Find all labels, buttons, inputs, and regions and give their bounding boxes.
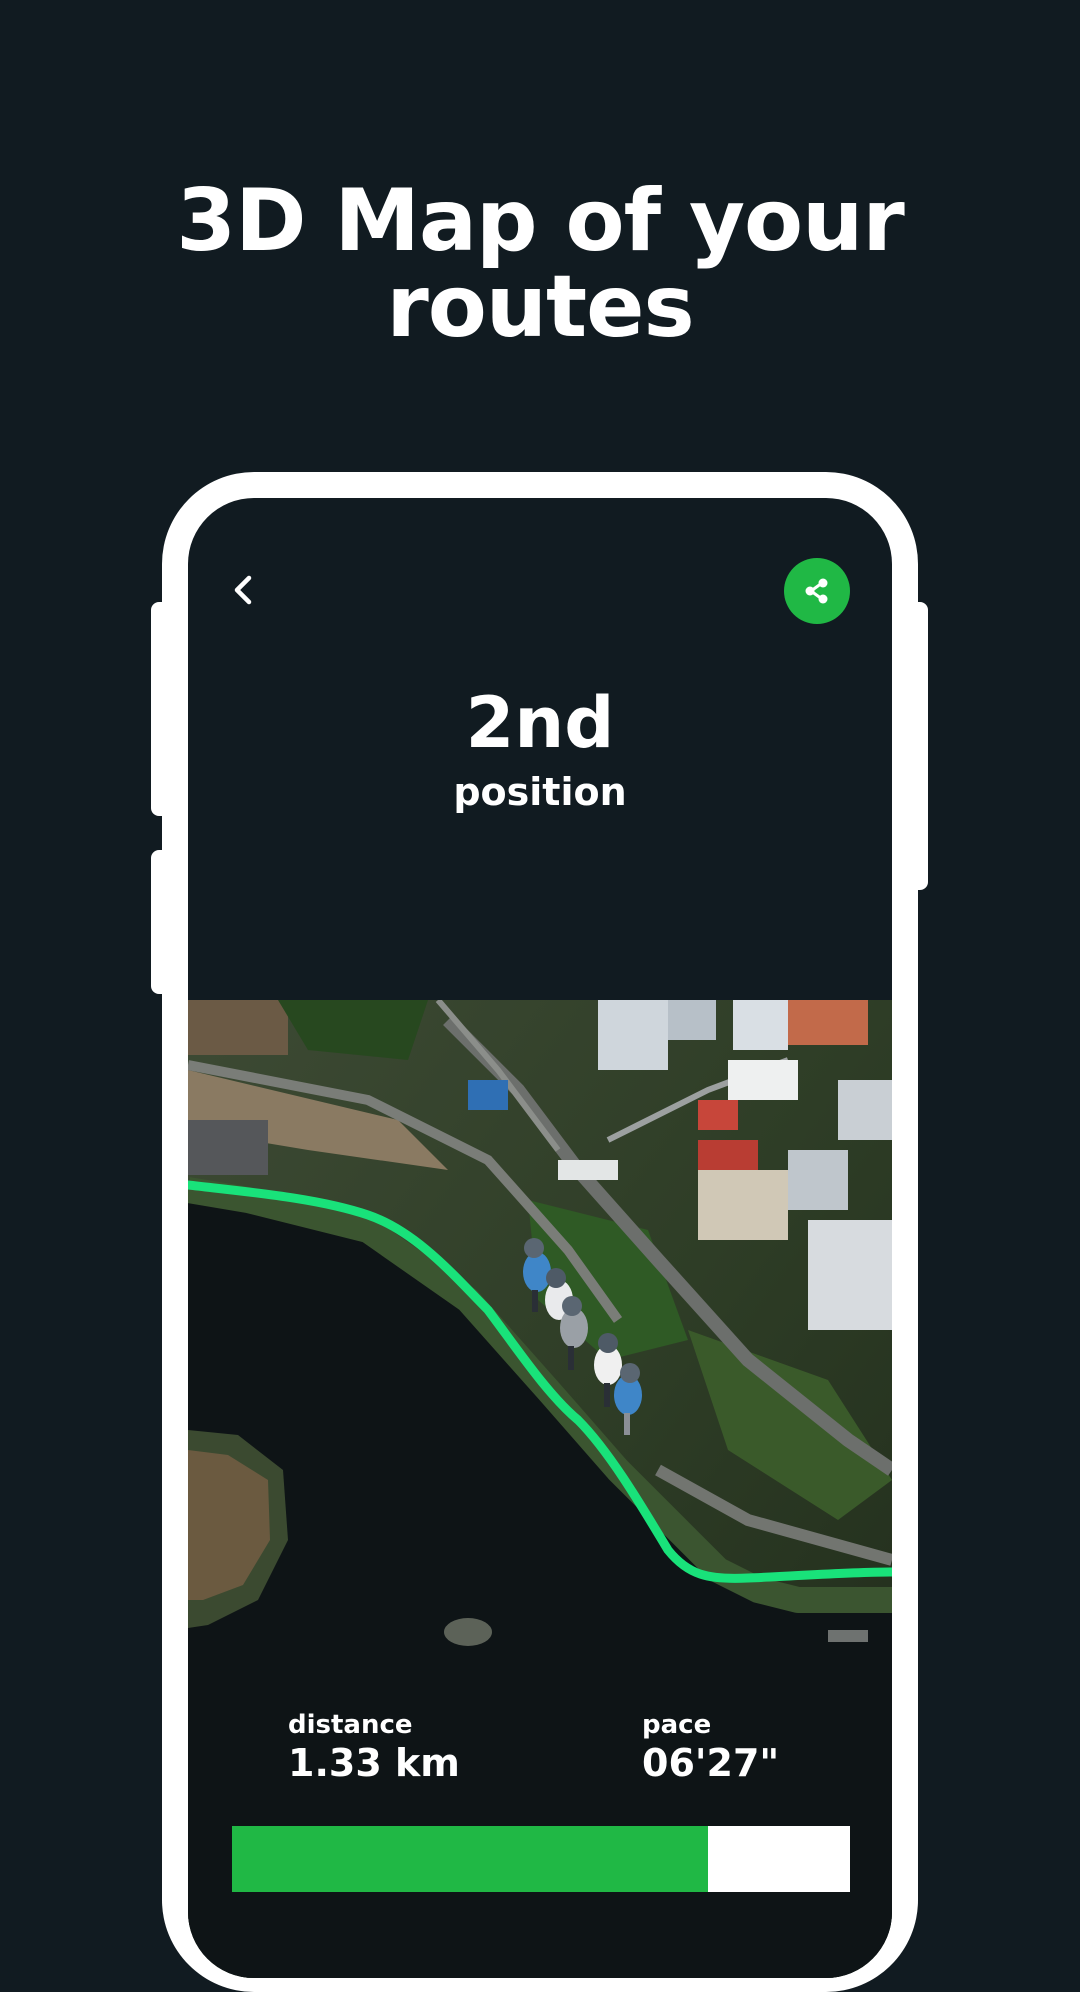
- pace-stat: pace 06'27": [642, 1710, 779, 1786]
- distance-value: 1.33 km: [288, 1741, 460, 1785]
- share-button[interactable]: [784, 558, 850, 624]
- share-icon: [805, 578, 828, 604]
- back-button[interactable]: [224, 570, 264, 610]
- rank-label: position: [453, 770, 627, 814]
- pace-label: pace: [642, 1710, 712, 1740]
- distance-stat: distance 1.33 km: [288, 1710, 460, 1786]
- headline-line-1: 3D Map of your: [176, 171, 905, 271]
- route-progress-fill: [232, 1826, 708, 1892]
- distance-label: distance: [288, 1710, 413, 1740]
- phone-screen: 2nd position distance 1.33 km pace 06'27…: [188, 498, 892, 1978]
- headline: 3D Map of your routes: [0, 178, 1080, 350]
- rank-value: 2nd: [465, 682, 615, 764]
- pace-value: 06'27": [642, 1741, 780, 1785]
- route-progress-bar: [232, 1826, 850, 1892]
- chevron-left-icon: [234, 575, 252, 605]
- headline-line-2: routes: [386, 257, 694, 357]
